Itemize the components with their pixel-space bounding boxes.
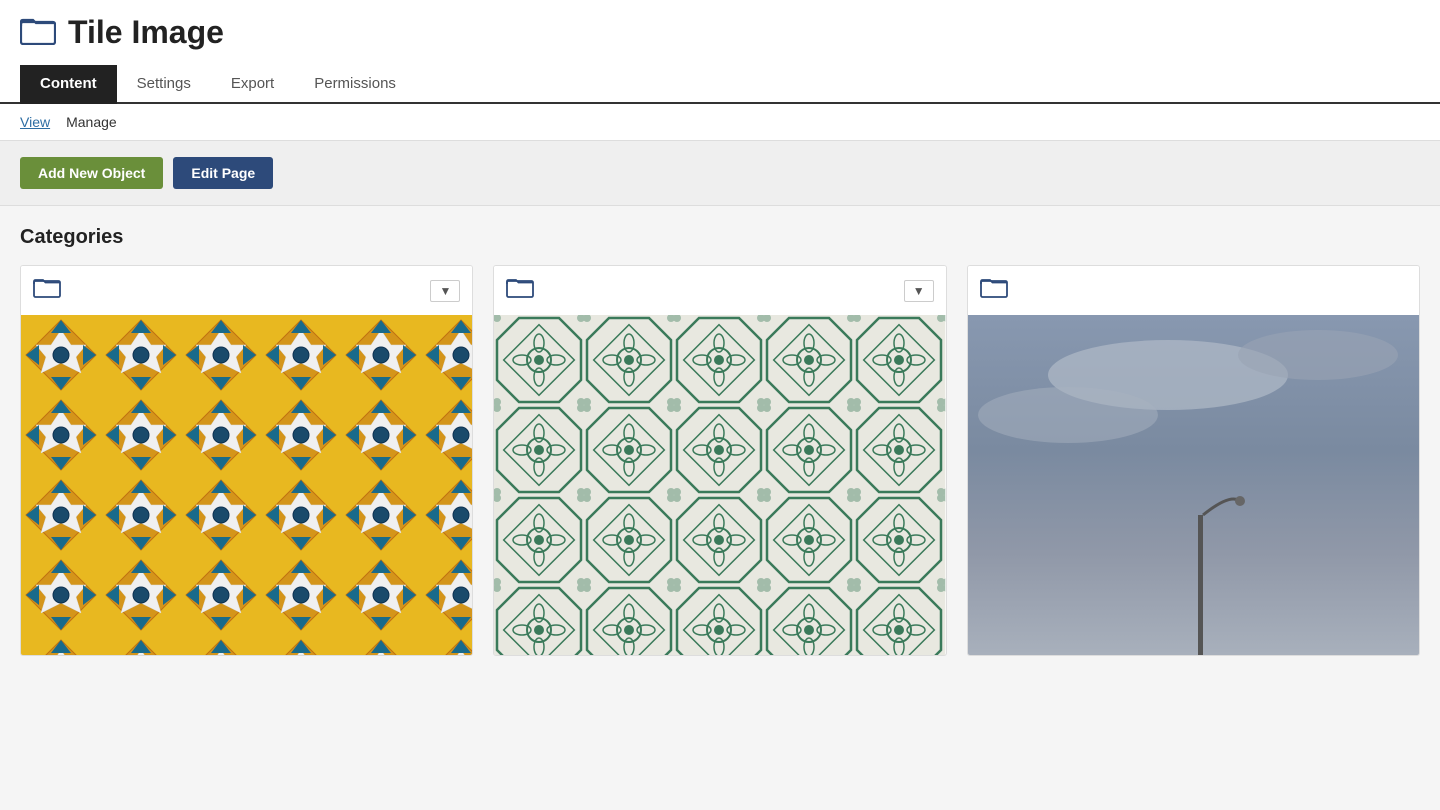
sub-nav: View Manage — [0, 104, 1440, 141]
add-new-object-button[interactable]: Add New Object — [20, 157, 163, 189]
card-folder-icon-3 — [980, 276, 1008, 305]
card-header-3 — [968, 266, 1419, 315]
title-row: Tile Image — [20, 14, 1420, 65]
card-folder-icon-2 — [506, 276, 534, 305]
card-folder-icon-1 — [33, 276, 61, 305]
category-card-3 — [967, 265, 1420, 656]
folder-icon — [20, 15, 56, 50]
card-dropdown-btn-2[interactable]: ▼ — [904, 280, 934, 302]
action-bar: Add New Object Edit Page — [0, 141, 1440, 206]
manage-link[interactable]: Manage — [66, 114, 117, 130]
card-header-2: ▼ — [494, 266, 945, 315]
tab-permissions[interactable]: Permissions — [294, 65, 416, 104]
card-header-1: ▼ — [21, 266, 472, 315]
content-area: Categories ▼ — [0, 206, 1440, 676]
page-title: Tile Image — [68, 14, 224, 51]
card-image-3 — [968, 315, 1419, 655]
category-card-1: ▼ — [20, 265, 473, 656]
page-wrapper: Tile Image Content Settings Export Permi… — [0, 0, 1440, 676]
card-dropdown-btn-1[interactable]: ▼ — [430, 280, 460, 302]
tab-settings[interactable]: Settings — [117, 65, 211, 104]
tabs-nav: Content Settings Export Permissions — [20, 65, 1420, 102]
category-card-2: ▼ — [493, 265, 946, 656]
page-header: Tile Image Content Settings Export Permi… — [0, 0, 1440, 104]
card-image-2 — [494, 315, 945, 655]
edit-page-button[interactable]: Edit Page — [173, 157, 273, 189]
categories-section-title: Categories — [20, 226, 1420, 249]
cards-grid: ▼ — [20, 265, 1420, 656]
view-link[interactable]: View — [20, 114, 50, 130]
card-image-1 — [21, 315, 472, 655]
tab-export[interactable]: Export — [211, 65, 294, 104]
tab-content[interactable]: Content — [20, 65, 117, 104]
